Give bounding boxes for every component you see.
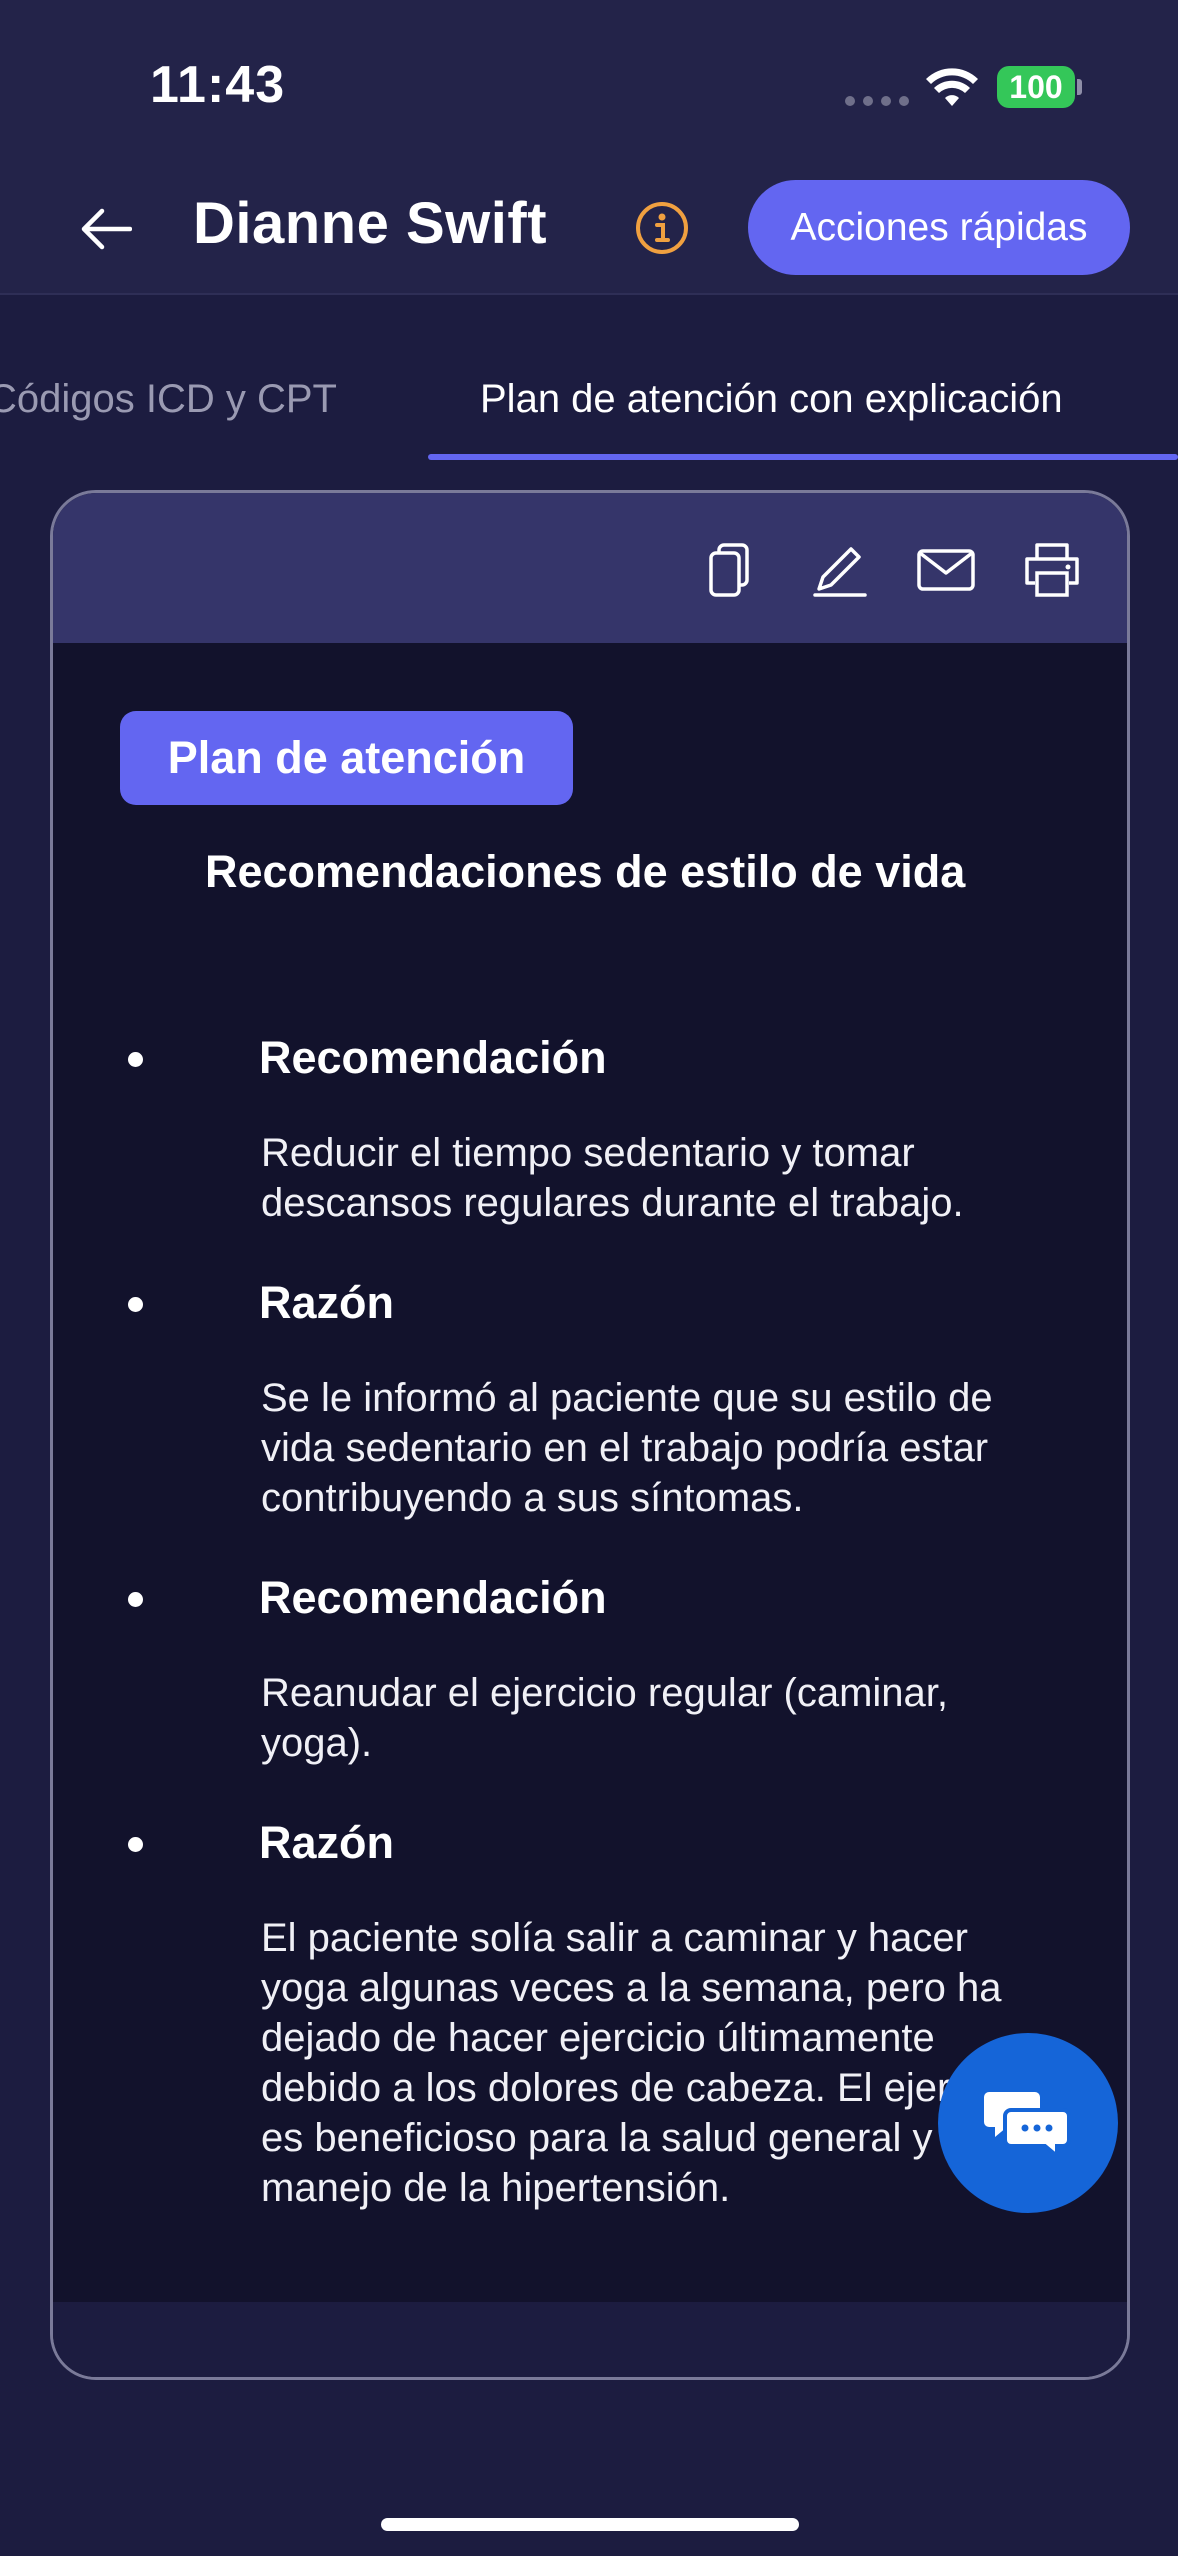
- home-indicator[interactable]: [381, 2518, 799, 2531]
- active-tab-indicator: [428, 454, 1178, 460]
- status-time: 11:43: [150, 56, 286, 114]
- mail-icon[interactable]: [915, 539, 977, 601]
- care-plan-content[interactable]: Plan de atención Recomendaciones de esti…: [53, 643, 1127, 2305]
- list-item: Razón Se le informó al paciente que su e…: [53, 1273, 1127, 1523]
- print-icon[interactable]: [1021, 539, 1083, 601]
- item-text: Se le informó al paciente que su estilo …: [261, 1376, 993, 1520]
- tab-care-plan-explanation[interactable]: Plan de atención con explicación: [480, 377, 1063, 422]
- status-bar: 11:43 100: [0, 0, 1178, 160]
- bullet: [128, 1297, 143, 1312]
- battery-icon: 100: [997, 66, 1075, 108]
- app-header: Dianne Swift Acciones rápidas: [0, 160, 1178, 295]
- bullet: [128, 1837, 143, 1852]
- bullet: [128, 1052, 143, 1067]
- copy-icon[interactable]: [703, 539, 765, 601]
- item-label: Razón: [259, 1277, 394, 1328]
- item-text: Reducir el tiempo sedentario y tomar des…: [261, 1131, 964, 1225]
- item-label: Razón: [259, 1817, 394, 1868]
- arrow-left-icon[interactable]: [80, 208, 132, 250]
- card-footer: [53, 2302, 1127, 2377]
- card-toolbar: [53, 493, 1127, 643]
- battery-cap: [1077, 79, 1082, 95]
- list-item: Recomendación Reanudar el ejercicio regu…: [53, 1568, 1127, 1768]
- item-text: Reanudar el ejercicio regular (caminar, …: [261, 1671, 948, 1765]
- signal-dots-icon: [845, 96, 909, 106]
- edit-icon[interactable]: [809, 539, 871, 601]
- item-label: Recomendación: [259, 1572, 607, 1623]
- list-item: Recomendación Reducir el tiempo sedentar…: [53, 1028, 1127, 1228]
- wifi-icon: [926, 68, 978, 106]
- bullet: [128, 1592, 143, 1607]
- item-text: El paciente solía salir a caminar y hace…: [261, 1916, 1031, 2210]
- tab-bar: Códigos ICD y CPT Plan de atención con e…: [0, 297, 1178, 465]
- section-title: Recomendaciones de estilo de vida: [205, 846, 966, 897]
- recommendation-list: Recomendación Reducir el tiempo sedentar…: [53, 1028, 1127, 2213]
- care-plan-badge: Plan de atención: [120, 711, 573, 805]
- page-title: Dianne Swift: [193, 191, 548, 256]
- chat-bubbles-icon: [984, 2092, 1071, 2158]
- item-label: Recomendación: [259, 1032, 607, 1083]
- chat-button[interactable]: [938, 2033, 1118, 2213]
- tab-icd-cpt-codes[interactable]: Códigos ICD y CPT: [0, 377, 337, 422]
- info-icon[interactable]: [634, 200, 690, 256]
- quick-actions-button[interactable]: Acciones rápidas: [748, 180, 1130, 275]
